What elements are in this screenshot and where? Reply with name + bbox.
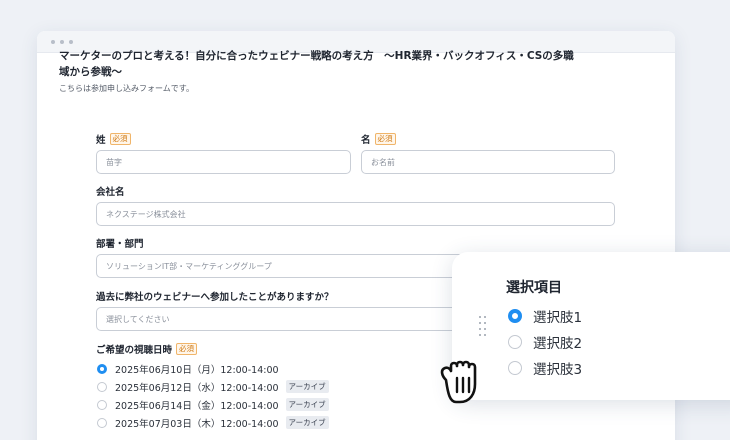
schedule-radio-group: 2025年06月10日（月）12:00-14:00 2025年06月12日（水）… (97, 362, 329, 430)
schedule-option[interactable]: 2025年06月10日（月）12:00-14:00 (97, 362, 329, 376)
company-placeholder: ネクステージ株式会社 (106, 209, 186, 219)
archive-tag: アーカイブ (285, 416, 329, 429)
radio-icon[interactable] (508, 334, 522, 349)
window-dot-icon (51, 39, 55, 44)
schedule-option-label: 2025年07月03日（木）12:00-14:00 (115, 418, 279, 430)
schedule-label-row: ご希望の視聴日時 必須 (96, 342, 198, 356)
question-label-row: 過去に弊社のウェビナーへ参加したことがありますか？ (96, 289, 334, 303)
form-description: こちらは参加申し込みフォームです。 (59, 84, 194, 93)
popup-option-label: 選択肢3 (533, 361, 583, 378)
schedule-option-label: 2025年06月14日（金）12:00-14:00 (115, 400, 279, 412)
question-label: 過去に弊社のウェビナーへ参加したことがありますか？ (96, 292, 334, 303)
popup-title: 選択項目 (506, 280, 562, 296)
schedule-option[interactable]: 2025年06月14日（金）12:00-14:00 アーカイブ (97, 398, 329, 412)
first-name-placeholder: お名前 (371, 157, 395, 167)
popup-option-label: 選択肢1 (533, 309, 583, 326)
schedule-option[interactable]: 2025年07月03日（木）12:00-14:00 アーカイブ (97, 416, 329, 430)
radio-icon[interactable] (97, 381, 107, 392)
radio-icon[interactable] (508, 360, 522, 375)
department-placeholder: ソリューションIT部・マーケティンググループ (106, 261, 272, 271)
popup-option[interactable]: 選択肢2 (508, 332, 583, 352)
schedule-option-label: 2025年06月12日（水）12:00-14:00 (115, 382, 279, 394)
window-dot-icon (60, 39, 64, 44)
first-name-input[interactable]: お名前 (361, 150, 615, 174)
registration-form: マーケターのプロと考える！自分に合ったウェビナー戦略の考え方 〜HR業界・バック… (59, 48, 579, 94)
question-placeholder: 選択してください (106, 314, 170, 324)
required-badge: 必須 (374, 133, 396, 145)
first-name-label-row: 名 必須 (361, 132, 396, 146)
window-dot-icon (69, 39, 73, 44)
popup-option-label: 選択肢2 (533, 335, 583, 352)
required-badge: 必須 (176, 343, 198, 355)
company-label: 会社名 (96, 187, 125, 198)
first-name-label: 名 (361, 135, 371, 146)
radio-icon[interactable] (97, 399, 107, 410)
popup-option-list: 選択肢1 選択肢2 選択肢3 (508, 306, 583, 378)
drag-handle-icon[interactable] (479, 316, 487, 338)
required-badge: 必須 (109, 133, 131, 145)
schedule-option[interactable]: 2025年06月12日（水）12:00-14:00 アーカイブ (97, 380, 329, 394)
last-name-label-row: 姓 必須 (96, 132, 131, 146)
archive-tag: アーカイブ (285, 398, 329, 411)
department-label: 部署・部門 (96, 239, 144, 250)
last-name-input[interactable]: 苗字 (96, 150, 351, 174)
grab-hand-icon (440, 360, 477, 404)
schedule-option-label: 2025年06月10日（月）12:00-14:00 (115, 364, 279, 376)
radio-selected-icon[interactable] (508, 308, 522, 323)
last-name-label: 姓 (96, 135, 106, 146)
schedule-label: ご希望の視聴日時 (96, 345, 173, 356)
last-name-placeholder: 苗字 (106, 157, 122, 167)
company-label-row: 会社名 (96, 184, 125, 198)
popup-option[interactable]: 選択肢1 (508, 306, 583, 326)
archive-tag: アーカイブ (285, 380, 329, 393)
company-input[interactable]: ネクステージ株式会社 (96, 202, 615, 226)
radio-selected-icon[interactable] (97, 363, 107, 374)
department-label-row: 部署・部門 (96, 236, 144, 250)
popup-option[interactable]: 選択肢3 (508, 358, 583, 378)
form-title: マーケターのプロと考える！自分に合ったウェビナー戦略の考え方 〜HR業界・バック… (59, 50, 574, 78)
radio-icon[interactable] (97, 417, 107, 428)
